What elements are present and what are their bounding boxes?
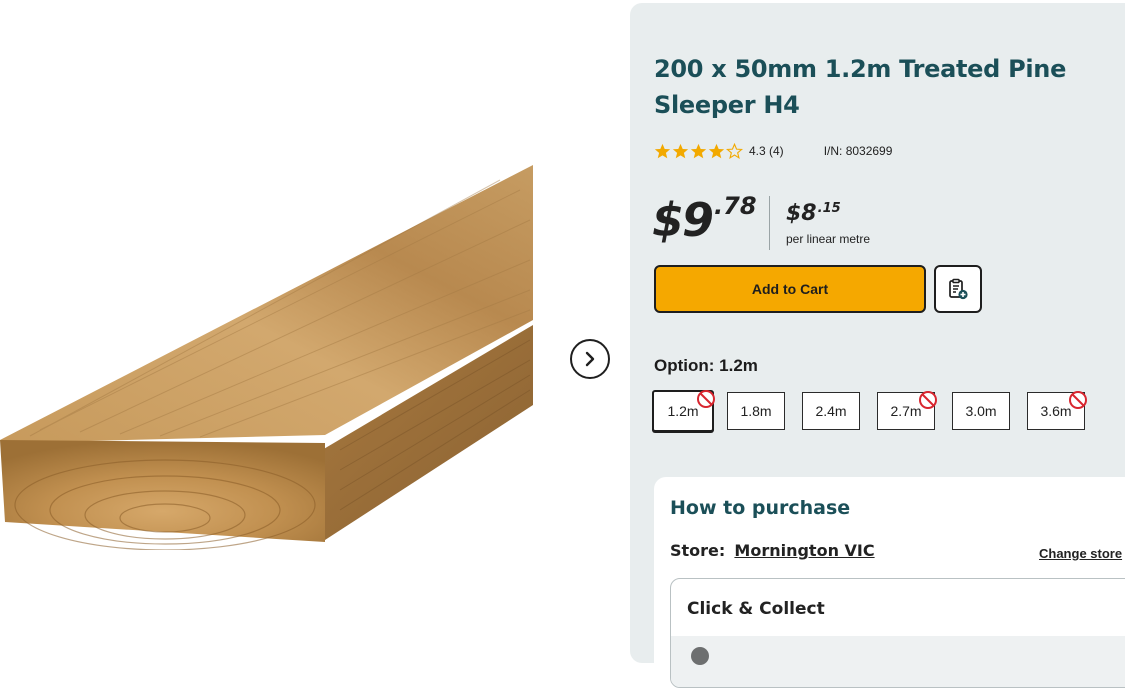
how-to-purchase-card: How to purchase Store: Mornington VIC Ch… — [654, 477, 1125, 688]
option-2-7m[interactable]: 2.7m — [877, 391, 937, 430]
star-icon — [672, 143, 689, 158]
rating-row: 4.3 (4) I/N: 8032699 — [654, 142, 892, 160]
star-icon — [690, 143, 707, 158]
unit-price-cents: .15 — [817, 201, 841, 216]
price: $9 .78 — [652, 191, 757, 249]
star-icon — [708, 143, 725, 158]
star-rating[interactable] — [654, 142, 743, 160]
add-to-cart-button[interactable]: Add to Cart — [654, 265, 926, 313]
option-label-text: 1.2m — [667, 403, 699, 419]
unit-price-dollars: $8 — [786, 201, 817, 226]
item-number: I/N: 8032699 — [823, 144, 893, 158]
option-label-text: 2.7m — [890, 403, 922, 419]
price-dollars: $9 — [652, 193, 714, 247]
add-to-list-button[interactable] — [934, 265, 982, 313]
option-label-text: 2.4m — [815, 403, 847, 419]
how-to-purchase-title: How to purchase — [670, 497, 851, 519]
star-outline-icon — [726, 142, 743, 159]
store-row: Store: Mornington VIC — [670, 541, 875, 560]
click-collect-title: Click & Collect — [687, 599, 825, 619]
option-label: Option: 1.2m — [654, 356, 758, 375]
price-cents: .78 — [714, 192, 757, 220]
option-3-0m[interactable]: 3.0m — [952, 392, 1010, 430]
click-collect-option[interactable]: Click & Collect — [670, 578, 1125, 688]
unit-price-label: per linear metre — [786, 232, 871, 246]
option-label-text: 3.6m — [1040, 403, 1072, 419]
product-image — [0, 165, 533, 550]
option-2-4m[interactable]: 2.4m — [802, 392, 860, 430]
product-panel: 200 x 50mm 1.2m Treated Pine Sleeper H4 … — [630, 3, 1125, 688]
clipboard-add-icon — [949, 278, 968, 300]
option-3-6m[interactable]: 3.6m — [1027, 391, 1087, 430]
unit-price: $8 .15 per linear metre — [786, 201, 870, 246]
star-icon — [654, 143, 671, 158]
product-title: 200 x 50mm 1.2m Treated Pine Sleeper H4 — [654, 55, 1067, 119]
click-collect-status-bar — [671, 636, 1125, 687]
chevron-right-icon — [585, 351, 595, 367]
image-gallery — [0, 0, 630, 651]
store-name-link[interactable]: Mornington VIC — [734, 541, 874, 560]
no-entry-icon — [1069, 391, 1087, 409]
no-entry-icon — [919, 391, 937, 409]
no-entry-icon — [697, 390, 715, 408]
store-label: Store: — [670, 541, 726, 560]
option-1-2m[interactable]: 1.2m — [652, 390, 715, 432]
option-1-8m[interactable]: 1.8m — [727, 392, 785, 430]
next-image-button[interactable] — [570, 339, 610, 379]
status-dot-icon — [691, 647, 709, 665]
change-store-link[interactable]: Change store — [1039, 546, 1122, 561]
rating-count[interactable]: 4.3 (4) — [749, 144, 784, 158]
option-label-text: 3.0m — [965, 403, 997, 419]
option-selector: 1.2m 1.8m 2.4m 2.7m 3.0m 3.6m — [652, 390, 1087, 432]
option-label-text: 1.8m — [740, 403, 772, 419]
price-divider — [769, 196, 770, 250]
